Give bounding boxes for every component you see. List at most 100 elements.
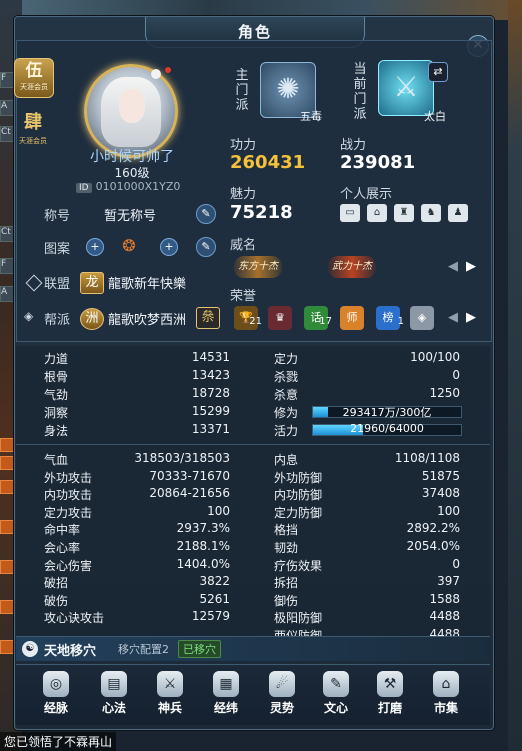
background-right	[508, 0, 522, 751]
honor-gem-icon[interactable]: ◈	[410, 306, 434, 330]
acupoint-config[interactable]: 移穴配置2	[118, 641, 169, 657]
combat-attr-value: 2054.0%	[406, 539, 460, 553]
combat-attr-value: 2892.2%	[406, 521, 460, 536]
yin-yang-icon: ☯	[22, 641, 38, 657]
zhanli-value: 239081	[340, 152, 416, 173]
combat-attr-value: 51875	[421, 468, 460, 483]
vip-caption: 天涯会员	[20, 83, 48, 91]
combat-attr-value: 1404.0%	[176, 556, 230, 571]
huoli-text: 21960/64000	[350, 422, 424, 435]
show-card-icon[interactable]: ▭	[340, 204, 360, 222]
jingwei-button[interactable]: ▦ 经纬	[200, 671, 252, 721]
combat-attr-label: 疗伤效果	[274, 558, 323, 573]
show-house-icon[interactable]: ⌂	[367, 204, 387, 222]
combat-attr-value: 12579	[191, 609, 230, 624]
acupoint-bar: ☯ 天地移穴 移穴配置2 已移穴	[16, 636, 490, 661]
add-pattern-plus-icon-2[interactable]: +	[160, 238, 178, 256]
rank-badge[interactable]: 肆 天涯会员	[14, 110, 52, 150]
combat-attr-label: 内功攻击	[44, 488, 93, 503]
attr-label: 定力	[274, 352, 299, 366]
alliance-value: 龍歌新年快樂	[108, 277, 187, 292]
shenbing-button[interactable]: ⚔ 神兵	[144, 671, 196, 721]
acupoint-status-badge: 已移穴	[178, 640, 221, 658]
avatar[interactable]	[84, 64, 178, 158]
sword-icon: ⚔	[157, 671, 183, 697]
combat-attr-label: 破招	[44, 576, 69, 591]
id-label: ID	[76, 183, 92, 193]
combat-attr-label: 会心率	[44, 541, 81, 555]
honor-trophy-icon[interactable]: 🏆 21	[234, 306, 262, 330]
honor-master-icon[interactable]: 师	[340, 306, 364, 330]
xiuwei-text: 293417万/300亿	[342, 406, 432, 419]
faction-value: 龍歌吹梦西洲	[108, 313, 187, 328]
attr-label: 杀戮	[274, 370, 299, 384]
add-pattern-plus-icon[interactable]: +	[86, 238, 104, 256]
combat-attr-label: 命中率	[44, 523, 81, 538]
weiming-next-arrow-icon[interactable]: ▶	[466, 259, 476, 274]
weiming-label: 威名	[230, 238, 257, 253]
combat-attr-label: 攻心诀攻击	[44, 611, 105, 626]
attr-value: 14531	[191, 350, 230, 364]
section-divider	[16, 444, 490, 445]
honor-prev-arrow-icon[interactable]: ◀	[448, 310, 458, 325]
gongli-value: 260431	[230, 152, 306, 173]
combat-attr-label: 破伤	[44, 593, 69, 608]
attr-value: 13371	[191, 422, 230, 436]
combat-attr-value: 2188.1%	[176, 539, 230, 553]
combat-attr-value: 100	[207, 503, 230, 518]
combat-attr-label: 气血	[44, 453, 69, 467]
honor-talk-icon[interactable]: 话 17	[304, 306, 332, 330]
honor-crown-icon[interactable]: ♛	[268, 306, 292, 330]
dragon-icon: 龙	[80, 272, 104, 294]
jingmai-button[interactable]: ◎ 经脉	[30, 671, 82, 721]
honor-next-arrow-icon[interactable]: ▶	[466, 310, 476, 325]
combat-attr-label: 内息	[274, 453, 299, 467]
id-value: 0101000X1YZ0	[95, 180, 181, 193]
weiming-badge-2[interactable]: 武力十杰	[328, 256, 376, 278]
lingshi-button[interactable]: ☄ 灵势	[256, 671, 308, 721]
show-castle-icon[interactable]: ♜	[394, 204, 414, 222]
combat-attr-value: 397	[437, 574, 460, 589]
shiji-button[interactable]: ⌂ 市集	[420, 671, 472, 721]
sect-current-label: 当前门派	[353, 62, 367, 122]
weiming-prev-arrow-icon[interactable]: ◀	[448, 259, 458, 274]
huoli-progress-bar: 21960/64000	[312, 422, 462, 436]
brush-icon: ✎	[323, 671, 349, 697]
attr-value: 100/100	[410, 350, 460, 364]
edit-title-icon[interactable]: ✎	[196, 204, 216, 224]
faction-icon: 洲	[80, 308, 104, 330]
xinfa-button[interactable]: ▤ 心法	[88, 671, 140, 721]
switch-sect-icon[interactable]: ⇄	[428, 62, 448, 82]
weiming-badge-1[interactable]: 东方十杰	[234, 256, 282, 278]
rank-badge-caption: 天涯会员	[19, 137, 47, 145]
faction-label: 帮派	[44, 313, 71, 328]
title-label: 称号	[44, 209, 71, 224]
zhanli-label: 战力	[340, 138, 367, 153]
hammer-icon: ⚒	[377, 671, 403, 697]
vip-badge[interactable]: 伍 天涯会员	[14, 58, 54, 98]
show-outfit-icon[interactable]: ♟	[448, 204, 468, 222]
pattern-emblem-icon[interactable]: ❂	[118, 236, 140, 256]
combat-attr-value: 318503/318503	[134, 451, 230, 465]
player-name: 小时候可帅了	[90, 149, 174, 165]
sect-main-name: 五毒	[300, 110, 322, 123]
combat-attr-value: 3822	[199, 574, 230, 589]
combat-attr-label: 定力防御	[274, 505, 323, 520]
wenxin-button[interactable]: ✎ 文心	[310, 671, 362, 721]
honor-ranking-icon[interactable]: 榜1	[376, 306, 404, 330]
honor-label: 荣誉	[230, 289, 257, 304]
faction-rank-icon[interactable]: 㕘	[196, 307, 220, 329]
show-mount-icon[interactable]: ♞	[421, 204, 441, 222]
vip-rank: 伍	[25, 61, 43, 81]
edit-pattern-icon[interactable]: ✎	[196, 237, 216, 257]
attr-label: 气劲	[44, 388, 69, 402]
huoli-label: 活力	[274, 424, 299, 438]
combat-attr-label: 拆招	[274, 576, 299, 591]
combat-attr-value: 100	[437, 503, 460, 518]
combat-attr-value: 37408	[421, 486, 460, 501]
grid-icon: ▦	[213, 671, 239, 697]
attr-value: 0	[452, 368, 460, 382]
xiuwei-label: 修为	[274, 406, 299, 420]
damo-button[interactable]: ⚒ 打磨	[364, 671, 416, 721]
combat-attr-value: 1588	[429, 591, 460, 606]
